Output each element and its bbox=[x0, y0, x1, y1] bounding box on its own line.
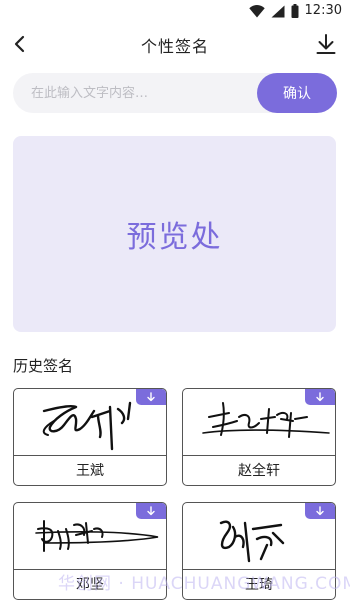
page-title: 个性签名 bbox=[140, 37, 209, 56]
download-icon bbox=[147, 506, 155, 516]
download-icon bbox=[316, 392, 324, 402]
status-time: 12:30 bbox=[304, 3, 342, 18]
card-download-button[interactable] bbox=[305, 389, 335, 405]
card-download-button[interactable] bbox=[305, 503, 335, 519]
input-row: 确认 bbox=[13, 73, 337, 113]
card-name: 赵全轩 bbox=[238, 463, 280, 479]
download-icon bbox=[316, 34, 336, 54]
title-bar: 个性签名 bbox=[0, 22, 350, 66]
status-bar: 12:30 bbox=[0, 0, 350, 22]
signal-icon bbox=[271, 5, 285, 17]
signature-text-input[interactable] bbox=[13, 73, 283, 113]
preview-label: 预览处 bbox=[126, 220, 223, 255]
card-download-button[interactable] bbox=[136, 389, 166, 405]
download-icon bbox=[147, 392, 155, 402]
battery-icon bbox=[291, 4, 299, 18]
wifi-icon bbox=[248, 4, 265, 17]
history-card[interactable]: 赵全轩 bbox=[182, 388, 336, 486]
download-icon bbox=[316, 506, 324, 516]
status-icons: 12:30 bbox=[248, 3, 342, 19]
signature-preview: 预览处 bbox=[13, 136, 336, 332]
history-title: 历史签名 bbox=[13, 357, 74, 375]
download-button[interactable] bbox=[312, 30, 340, 58]
card-download-button[interactable] bbox=[136, 503, 166, 519]
watermark: 华创网 · HUACHUANGWANG.COM bbox=[58, 574, 350, 594]
confirm-button[interactable]: 确认 bbox=[257, 73, 337, 113]
history-card[interactable]: 王斌 bbox=[13, 388, 167, 486]
card-name: 王斌 bbox=[76, 463, 104, 479]
